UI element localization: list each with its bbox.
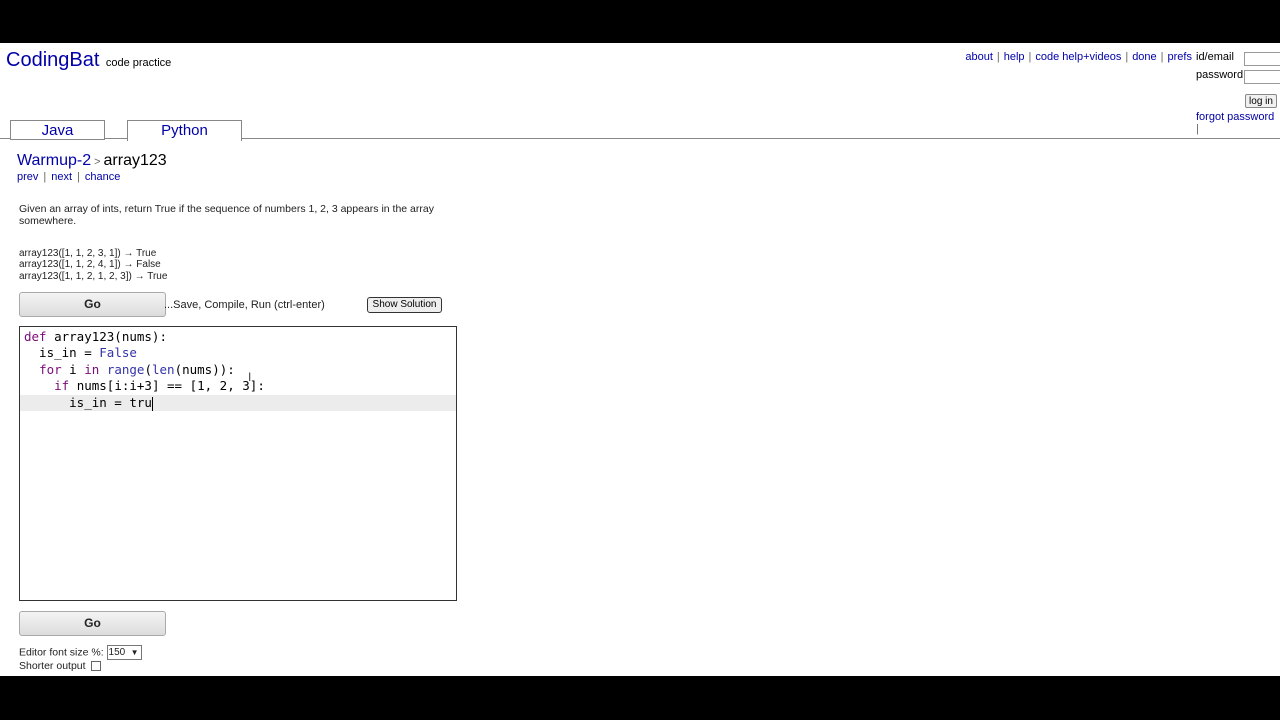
shorter-output: Shorter output: [19, 660, 101, 672]
go-button-top[interactable]: Go: [19, 292, 166, 317]
code-token: if: [54, 378, 70, 393]
prev-link[interactable]: prev: [17, 171, 38, 183]
breadcrumb-arrow: >: [94, 156, 101, 168]
breadcrumb: Warmup-2 > array123: [17, 152, 167, 170]
code-token: i: [61, 362, 85, 377]
chevron-down-icon: ▼: [130, 648, 139, 657]
nav-code-help-videos-link[interactable]: code help+videos: [1035, 51, 1121, 63]
code-token: False: [99, 345, 137, 360]
code-token: (nums)):: [174, 362, 235, 377]
tab-python[interactable]: Python: [127, 120, 242, 141]
code-line: def array123(nums):: [24, 329, 167, 345]
text-cursor-icon: I: [248, 370, 252, 384]
shorter-output-label: Shorter output: [19, 660, 86, 672]
next-link[interactable]: next: [51, 171, 72, 183]
top-nav: about | help | code help+videos | done | prefs: [965, 51, 1192, 63]
forgot-separator: |: [1196, 123, 1199, 135]
nav-separator: |: [1160, 51, 1164, 63]
code-token: in: [84, 362, 100, 377]
editor-font-size-value[interactable]: 150: [109, 647, 126, 658]
nav-separator: |: [996, 51, 1000, 63]
code-line: for i in range(len(nums)):: [24, 362, 235, 378]
code-token: range: [106, 362, 145, 377]
nav-about-link[interactable]: about: [965, 51, 993, 63]
save-compile-run-hint: ...Save, Compile, Run (ctrl-enter): [164, 299, 325, 311]
code-token: is_in =: [24, 345, 100, 360]
subnav-separator: |: [77, 171, 80, 183]
example-line: array123([1, 1, 2, 4, 1]) → False: [19, 259, 161, 270]
text-caret: [151, 396, 153, 411]
editor-font-size: Editor font size %: 150 ▼: [19, 645, 142, 660]
logo-title[interactable]: CodingBat: [6, 49, 99, 71]
nav-prefs-link[interactable]: prefs: [1168, 51, 1192, 63]
login-button[interactable]: log in: [1245, 94, 1277, 108]
page: CodingBat code practice about | help | code …: [0, 43, 1280, 676]
code-token: for: [39, 362, 62, 377]
go-button-bottom[interactable]: Go: [19, 611, 166, 636]
nav-separator: |: [1028, 51, 1032, 63]
password-label: password: [1196, 69, 1244, 81]
breadcrumb-section-link[interactable]: Warmup-2: [17, 152, 91, 169]
code-token: nums[i:i+3] == [1, 2, 3]:: [69, 378, 265, 393]
forgot-password-label[interactable]: forgot password: [1196, 111, 1274, 123]
password-input[interactable]: [1244, 70, 1280, 84]
problem-nav: prev | next | chance: [17, 171, 120, 183]
site-logo[interactable]: CodingBat code practice: [6, 49, 171, 72]
forgot-password-link[interactable]: forgot password |: [1196, 111, 1280, 135]
code-token: array123(nums):: [46, 329, 167, 344]
nav-done-link[interactable]: done: [1132, 51, 1156, 63]
code-token: len: [151, 362, 175, 377]
chance-link[interactable]: chance: [85, 171, 120, 183]
id-email-input[interactable]: [1244, 52, 1280, 66]
breadcrumb-problem: array123: [103, 152, 167, 169]
example-line: array123([1, 1, 2, 3, 1]) → True: [19, 248, 157, 259]
show-solution-button[interactable]: Show Solution: [367, 297, 442, 313]
tab-java[interactable]: Java: [10, 120, 105, 140]
code-editor[interactable]: def array123(nums): is_in = False for i …: [19, 326, 457, 601]
id-email-label: id/email: [1196, 51, 1234, 63]
problem-description: Given an array of ints, return True if t…: [19, 203, 434, 227]
logo-subtitle: code practice: [105, 57, 172, 69]
nav-separator: |: [1125, 51, 1129, 63]
login-panel: id/email password log in forgot password…: [1194, 49, 1280, 135]
example-line: array123([1, 1, 2, 1, 2, 3]) → True: [19, 271, 168, 282]
code-line: is_in = False: [24, 345, 137, 361]
editor-font-size-label: Editor font size %:: [19, 646, 104, 659]
code-line: if nums[i:i+3] == [1, 2, 3]:: [24, 378, 265, 394]
shorter-output-checkbox[interactable]: [90, 661, 101, 672]
code-line-current: is_in = tru: [20, 395, 456, 411]
subnav-separator: |: [43, 171, 47, 183]
code-token: (: [144, 362, 152, 377]
code-token: def: [24, 329, 47, 344]
editor-font-size-select[interactable]: 150 ▼: [106, 645, 142, 660]
code-token: is_in = tru: [24, 395, 152, 410]
nav-help-link[interactable]: help: [1004, 51, 1025, 63]
